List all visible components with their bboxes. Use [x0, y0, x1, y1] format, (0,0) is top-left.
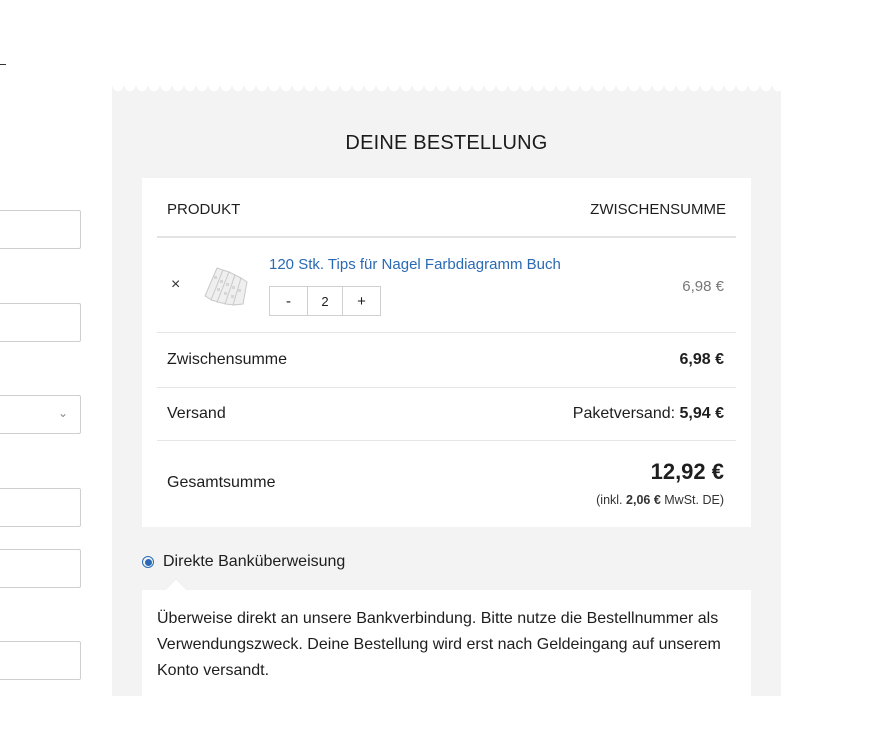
- order-table: PRODUKT ZWISCHENSUMME × 120 Stk. Tips fü…: [142, 178, 751, 527]
- total-row: Gesamtsumme 12,92 € (inkl. 2,06 € MwSt. …: [157, 441, 736, 527]
- panel-zigzag-edge: [112, 86, 781, 96]
- total-amount: 12,92 €: [650, 459, 724, 484]
- payment-description-box: Überweise direkt an unsere Bankverbindun…: [142, 580, 751, 730]
- column-subtotal: ZWISCHENSUMME: [590, 201, 726, 218]
- remove-item-button[interactable]: ×: [171, 276, 180, 294]
- item-price: 6,98 €: [682, 278, 724, 295]
- partial-link[interactable]: [0, 50, 6, 65]
- quantity-input[interactable]: 2: [308, 287, 342, 315]
- subtotal-label: Zwischensumme: [167, 351, 288, 368]
- form-input-1[interactable]: [0, 210, 81, 249]
- shipping-method: Paketversand:: [572, 405, 676, 422]
- quantity-increase-button[interactable]: +: [342, 287, 380, 315]
- column-product: PRODUKT: [167, 201, 241, 218]
- product-name-link[interactable]: 120 Stk. Tips für Nagel Farbdiagramm Buc…: [269, 256, 561, 273]
- subtotal-row: Zwischensumme 6,98 €: [157, 333, 736, 388]
- payment-method-label[interactable]: Direkte Banküberweisung: [163, 553, 345, 571]
- form-input-5[interactable]: [0, 641, 81, 680]
- total-label: Gesamtsumme: [167, 474, 276, 491]
- shipping-label: Versand: [167, 405, 226, 422]
- quantity-decrease-button[interactable]: -: [270, 287, 308, 315]
- order-title: DEINE BESTELLUNG: [345, 132, 548, 154]
- chevron-down-icon: ⌄: [57, 406, 68, 420]
- cart-item-row: × 120 Stk. Tips für Nagel Farbdiagramm B…: [157, 238, 736, 333]
- payment-method-option[interactable]: Direkte Banküberweisung: [142, 553, 345, 571]
- form-input-4[interactable]: [0, 549, 81, 588]
- shipping-value: Paketversand: 5,94 €: [573, 405, 724, 423]
- tax-amount: 2,06 €: [626, 493, 661, 507]
- tax-prefix: (inkl.: [596, 493, 623, 507]
- subtotal-amount: 6,98 €: [679, 351, 724, 368]
- tax-note: (inkl. 2,06 € MwSt. DE): [596, 493, 724, 507]
- payment-radio[interactable]: [142, 556, 154, 568]
- country-select[interactable]: ⌄: [0, 395, 81, 434]
- quantity-stepper: - 2 +: [269, 286, 381, 316]
- payment-description: Überweise direkt an unsere Bankverbindun…: [157, 610, 721, 679]
- table-header: PRODUKT ZWISCHENSUMME: [157, 178, 736, 238]
- shipping-amount: 5,94 €: [679, 405, 724, 422]
- form-input-3[interactable]: [0, 488, 81, 527]
- order-review-panel: DEINE BESTELLUNG PRODUKT ZWISCHENSUMME ×: [112, 96, 781, 730]
- product-thumbnail: [204, 267, 248, 306]
- shipping-row: Versand Paketversand: 5,94 €: [157, 387, 736, 441]
- radio-selected-dot: [144, 558, 152, 566]
- form-input-2[interactable]: [0, 303, 81, 342]
- tax-suffix: MwSt. DE): [664, 493, 724, 507]
